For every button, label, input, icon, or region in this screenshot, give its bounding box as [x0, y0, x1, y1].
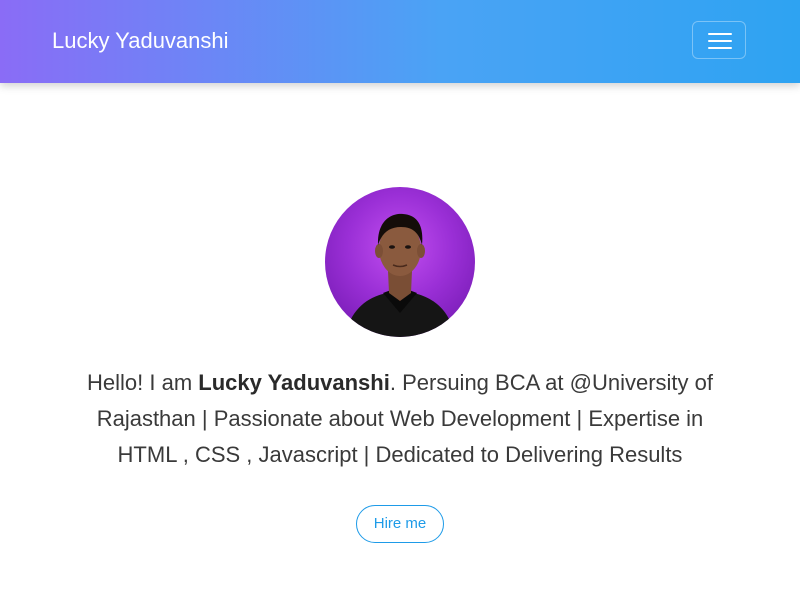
profile-photo-illustration: [345, 213, 455, 337]
navbar-toggle-button[interactable]: [692, 21, 746, 59]
navbar: Lucky Yaduvanshi: [0, 0, 800, 83]
intro-prefix: Hello! I am: [87, 370, 199, 395]
avatar: [325, 187, 475, 337]
brand-link[interactable]: Lucky Yaduvanshi: [52, 26, 229, 56]
hire-me-button[interactable]: Hire me: [356, 505, 444, 543]
hamburger-menu-icon: [708, 33, 732, 49]
intro-name: Lucky Yaduvanshi: [198, 370, 390, 395]
hero-section: Hello! I am Lucky Yaduvanshi. Persuing B…: [0, 83, 800, 600]
intro-text: Hello! I am Lucky Yaduvanshi. Persuing B…: [70, 365, 730, 473]
